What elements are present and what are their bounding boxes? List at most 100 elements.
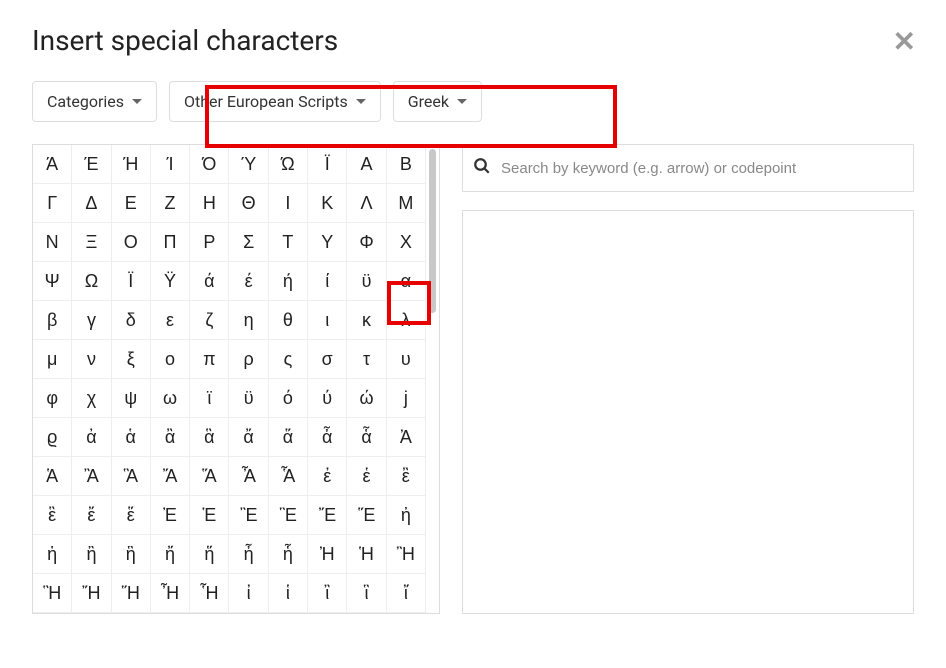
- character-cell[interactable]: δ: [112, 301, 151, 340]
- character-cell[interactable]: Ἧ: [190, 574, 229, 613]
- character-cell[interactable]: ψ: [112, 379, 151, 418]
- character-cell[interactable]: ἤ: [151, 535, 190, 574]
- character-cell[interactable]: ζ: [190, 301, 229, 340]
- character-cell[interactable]: ἇ: [347, 418, 386, 457]
- character-cell[interactable]: ϱ: [33, 418, 72, 457]
- character-cell[interactable]: Ψ: [33, 262, 72, 301]
- character-cell[interactable]: ἥ: [190, 535, 229, 574]
- character-cell[interactable]: ώ: [347, 379, 386, 418]
- character-cell[interactable]: Ἐ: [151, 496, 190, 535]
- character-cell[interactable]: Ϊ: [112, 262, 151, 301]
- character-cell[interactable]: Ἦ: [151, 574, 190, 613]
- character-cell[interactable]: Δ: [72, 184, 111, 223]
- character-cell[interactable]: ἃ: [190, 418, 229, 457]
- character-cell[interactable]: Ἃ: [112, 457, 151, 496]
- character-cell[interactable]: Ἥ: [112, 574, 151, 613]
- character-cell[interactable]: Ἤ: [72, 574, 111, 613]
- character-cell[interactable]: β: [33, 301, 72, 340]
- character-cell[interactable]: η: [229, 301, 268, 340]
- character-cell[interactable]: μ: [33, 340, 72, 379]
- character-cell[interactable]: Ϋ: [151, 262, 190, 301]
- character-cell[interactable]: ἠ: [387, 496, 426, 535]
- character-cell[interactable]: Ἂ: [72, 457, 111, 496]
- scrollbar[interactable]: [426, 144, 440, 614]
- character-cell[interactable]: Ζ: [151, 184, 190, 223]
- character-cell[interactable]: Ε: [112, 184, 151, 223]
- character-cell[interactable]: α: [387, 262, 426, 301]
- character-cell[interactable]: Β: [387, 145, 426, 184]
- character-cell[interactable]: Ύ: [229, 145, 268, 184]
- character-cell[interactable]: ϊ: [190, 379, 229, 418]
- character-cell[interactable]: Ό: [190, 145, 229, 184]
- character-cell[interactable]: ἧ: [269, 535, 308, 574]
- character-cell[interactable]: ἓ: [33, 496, 72, 535]
- script-dropdown[interactable]: Other European Scripts: [169, 81, 381, 122]
- character-cell[interactable]: Ξ: [72, 223, 111, 262]
- character-cell[interactable]: ἣ: [112, 535, 151, 574]
- character-cell[interactable]: Ἑ: [190, 496, 229, 535]
- character-cell[interactable]: Ω: [72, 262, 111, 301]
- character-cell[interactable]: Ἕ: [347, 496, 386, 535]
- character-cell[interactable]: ἢ: [72, 535, 111, 574]
- search-input[interactable]: [501, 160, 903, 177]
- character-cell[interactable]: τ: [347, 340, 386, 379]
- character-cell[interactable]: ἦ: [229, 535, 268, 574]
- draw-character-box[interactable]: [462, 210, 914, 614]
- character-cell[interactable]: Ή: [112, 145, 151, 184]
- character-cell[interactable]: ἱ: [269, 574, 308, 613]
- character-cell[interactable]: γ: [72, 301, 111, 340]
- character-cell[interactable]: ἰ: [229, 574, 268, 613]
- character-cell[interactable]: Ἡ: [347, 535, 386, 574]
- character-cell[interactable]: ό: [269, 379, 308, 418]
- character-cell[interactable]: Α: [347, 145, 386, 184]
- character-cell[interactable]: έ: [229, 262, 268, 301]
- character-cell[interactable]: ι: [308, 301, 347, 340]
- character-cell[interactable]: Ί: [151, 145, 190, 184]
- character-cell[interactable]: Κ: [308, 184, 347, 223]
- character-cell[interactable]: Ἀ: [387, 418, 426, 457]
- character-cell[interactable]: ἁ: [112, 418, 151, 457]
- character-cell[interactable]: Ἇ: [269, 457, 308, 496]
- character-cell[interactable]: ο: [151, 340, 190, 379]
- character-cell[interactable]: φ: [33, 379, 72, 418]
- character-cell[interactable]: ἐ: [308, 457, 347, 496]
- character-cell[interactable]: Θ: [229, 184, 268, 223]
- character-cell[interactable]: ἳ: [347, 574, 386, 613]
- character-cell[interactable]: ἄ: [229, 418, 268, 457]
- character-cell[interactable]: θ: [269, 301, 308, 340]
- character-cell[interactable]: Ώ: [269, 145, 308, 184]
- character-cell[interactable]: λ: [387, 301, 426, 340]
- character-cell[interactable]: ύ: [308, 379, 347, 418]
- character-cell[interactable]: Ά: [33, 145, 72, 184]
- character-cell[interactable]: ἒ: [387, 457, 426, 496]
- character-cell[interactable]: Ἠ: [308, 535, 347, 574]
- character-cell[interactable]: Ρ: [190, 223, 229, 262]
- character-cell[interactable]: Χ: [387, 223, 426, 262]
- character-cell[interactable]: κ: [347, 301, 386, 340]
- character-cell[interactable]: Ἆ: [229, 457, 268, 496]
- character-cell[interactable]: Φ: [347, 223, 386, 262]
- character-cell[interactable]: Τ: [269, 223, 308, 262]
- close-icon[interactable]: ✕: [893, 28, 916, 56]
- character-cell[interactable]: Ἢ: [387, 535, 426, 574]
- character-cell[interactable]: Μ: [387, 184, 426, 223]
- character-cell[interactable]: Π: [151, 223, 190, 262]
- character-cell[interactable]: ν: [72, 340, 111, 379]
- character-cell[interactable]: ω: [151, 379, 190, 418]
- character-cell[interactable]: ί: [308, 262, 347, 301]
- character-cell[interactable]: ἂ: [151, 418, 190, 457]
- character-cell[interactable]: ἅ: [269, 418, 308, 457]
- categories-dropdown[interactable]: Categories: [32, 81, 157, 122]
- character-cell[interactable]: Ἅ: [190, 457, 229, 496]
- character-cell[interactable]: Έ: [72, 145, 111, 184]
- scrollbar-thumb[interactable]: [429, 149, 436, 313]
- character-cell[interactable]: Ϊ: [308, 145, 347, 184]
- character-cell[interactable]: χ: [72, 379, 111, 418]
- character-cell[interactable]: Λ: [347, 184, 386, 223]
- character-cell[interactable]: ἑ: [347, 457, 386, 496]
- character-cell[interactable]: ἕ: [112, 496, 151, 535]
- character-cell[interactable]: Γ: [33, 184, 72, 223]
- character-cell[interactable]: π: [190, 340, 229, 379]
- character-cell[interactable]: ἀ: [72, 418, 111, 457]
- character-cell[interactable]: ρ: [229, 340, 268, 379]
